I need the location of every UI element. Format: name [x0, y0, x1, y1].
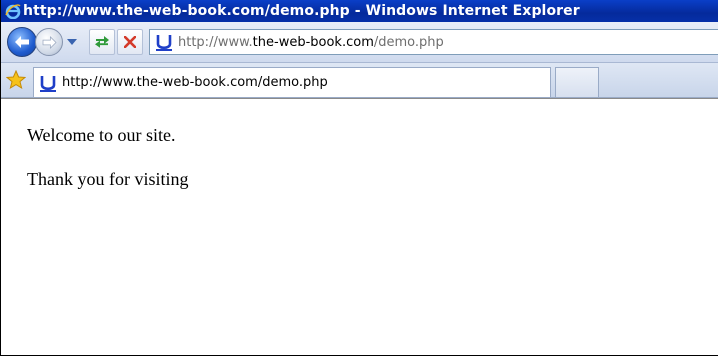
tab-bar: http://www.the-web-book.com/demo.php: [1, 63, 718, 98]
refresh-button[interactable]: [89, 29, 115, 55]
chevron-down-icon: [67, 39, 77, 45]
url-domain: the-web-book.com: [252, 34, 374, 50]
favorites-star-icon: [6, 70, 26, 90]
tab-active[interactable]: http://www.the-web-book.com/demo.php: [33, 67, 551, 97]
site-favicon-icon: [156, 35, 172, 51]
tab-title: http://www.the-web-book.com/demo.php: [62, 75, 328, 90]
address-url[interactable]: http://www.the-web-book.com/demo.php: [178, 35, 444, 50]
welcome-text: Welcome to our site.: [27, 125, 176, 145]
refresh-icon: [95, 36, 109, 48]
back-arrow-icon: [15, 36, 29, 48]
thank-you-text: Thank you for visiting: [27, 169, 189, 189]
url-prefix: http://www.: [178, 34, 253, 50]
tab-favicon-icon: [40, 75, 56, 92]
history-dropdown-button[interactable]: [63, 27, 81, 57]
new-tab-button[interactable]: [555, 67, 599, 97]
window-title: http://www.the-web-book.com/demo.php - W…: [23, 3, 580, 19]
navigation-bar: http://www.the-web-book.com/demo.php: [1, 22, 718, 63]
browser-window: http://www.the-web-book.com/demo.php - W…: [0, 0, 718, 356]
address-bar[interactable]: http://www.the-web-book.com/demo.php: [149, 29, 718, 55]
forward-button[interactable]: [35, 28, 63, 56]
title-bar: http://www.the-web-book.com/demo.php - W…: [1, 0, 718, 22]
stop-button[interactable]: [117, 29, 143, 55]
back-button[interactable]: [7, 27, 37, 57]
page-content: Welcome to our site. Thank you for visit…: [1, 98, 718, 190]
internet-explorer-icon: [5, 4, 21, 19]
stop-icon: [124, 36, 136, 48]
forward-arrow-icon: [42, 35, 57, 49]
favorites-button[interactable]: [1, 65, 31, 95]
url-suffix: /demo.php: [373, 34, 444, 50]
